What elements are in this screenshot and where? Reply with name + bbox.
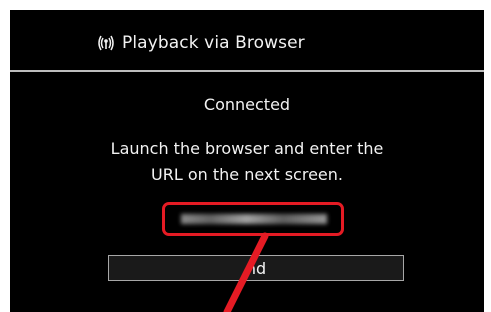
blurred-url bbox=[181, 214, 327, 224]
divider bbox=[10, 70, 484, 72]
end-button[interactable]: nd bbox=[108, 255, 404, 281]
end-button-label: nd bbox=[245, 258, 267, 278]
status-text: Connected bbox=[203, 95, 291, 114]
url-highlight-box bbox=[162, 202, 344, 236]
camera-screen: Playback via Browser Connected Launch th… bbox=[10, 10, 484, 312]
instruction-text: Launch the browser and enter the URL on … bbox=[10, 136, 484, 188]
page-title: Playback via Browser bbox=[122, 33, 305, 53]
wireless-icon bbox=[96, 35, 116, 51]
instruction-line-1: Launch the browser and enter the bbox=[110, 139, 384, 158]
instruction-line-2: URL on the next screen. bbox=[151, 165, 343, 184]
header: Playback via Browser bbox=[10, 10, 484, 70]
header-title-row: Playback via Browser bbox=[96, 33, 305, 53]
